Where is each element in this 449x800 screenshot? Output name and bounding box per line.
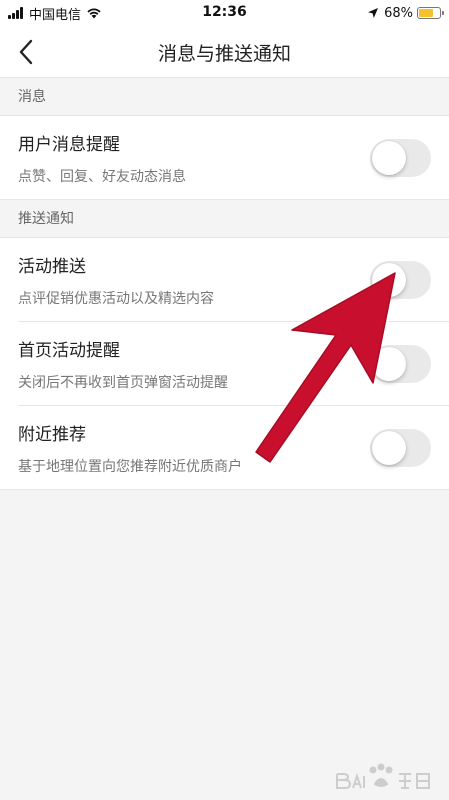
section-header-push-notifications: 推送通知 <box>0 200 449 238</box>
status-right: 68% <box>367 4 444 22</box>
activity-push-toggle[interactable] <box>370 261 431 299</box>
setting-description: 基于地理位置向您推荐附近优质商户 <box>18 459 242 475</box>
setting-description: 点赞、回复、好友动态消息 <box>18 169 186 185</box>
setting-row-nearby-recommendation: 附近推荐 基于地理位置向您推荐附近优质商户 <box>0 406 449 490</box>
toggle-knob <box>372 347 406 381</box>
setting-title: 首页活动提醒 <box>18 341 120 361</box>
homepage-activity-reminder-toggle[interactable] <box>370 345 431 383</box>
toggle-knob <box>372 141 406 175</box>
section-header-messages: 消息 <box>0 78 449 116</box>
nearby-recommendation-toggle[interactable] <box>370 429 431 467</box>
page-title: 消息与推送通知 <box>157 43 291 65</box>
setting-row-user-message-reminder: 用户消息提醒 点赞、回复、好友动态消息 <box>0 116 449 200</box>
battery-percentage: 68% <box>384 5 413 21</box>
baidu-jingyan-logo <box>336 763 430 789</box>
setting-title: 活动推送 <box>18 257 86 277</box>
setting-row-activity-push: 活动推送 点评促销优惠活动以及精选内容 <box>0 238 449 322</box>
setting-title: 附近推荐 <box>18 425 86 445</box>
battery-icon <box>417 7 444 19</box>
location-arrow-icon <box>368 8 379 18</box>
setting-description: 关闭后不再收到首页弹窗活动提醒 <box>18 375 228 391</box>
toggle-knob <box>372 431 406 465</box>
setting-description: 点评促销优惠活动以及精选内容 <box>18 291 214 307</box>
navigation-bar: 消息与推送通知 <box>0 26 449 78</box>
setting-row-homepage-activity-reminder: 首页活动提醒 关闭后不再收到首页弹窗活动提醒 <box>0 322 449 406</box>
user-message-reminder-toggle[interactable] <box>370 139 431 177</box>
toggle-knob <box>372 263 406 297</box>
row-divider <box>0 489 449 490</box>
setting-title: 用户消息提醒 <box>18 135 120 155</box>
status-bar: 中国电信 12:36 68% <box>0 0 449 26</box>
battery-fill <box>419 9 433 17</box>
